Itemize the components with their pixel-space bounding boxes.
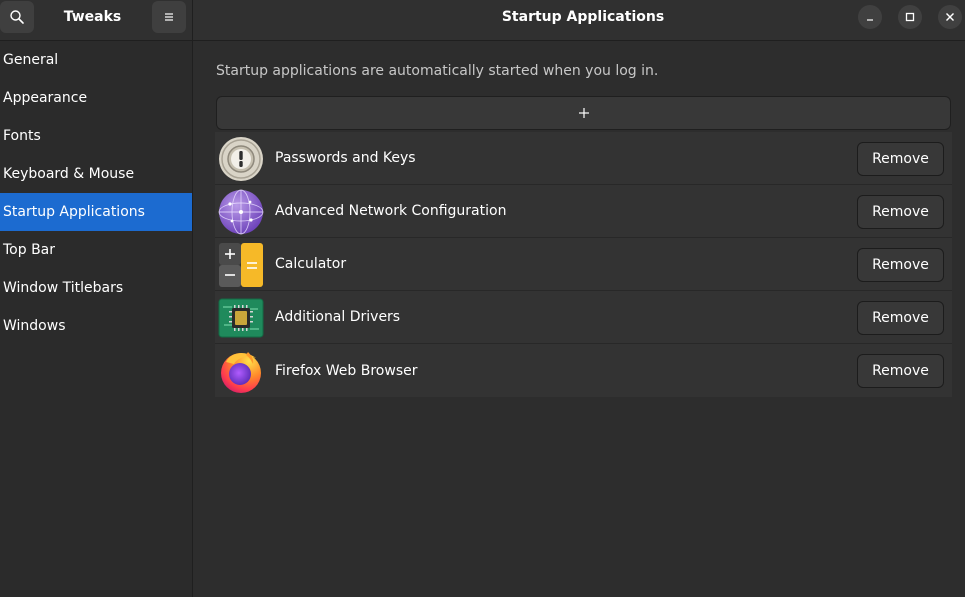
list-item: Calculator Remove [215,238,952,291]
header-bar: Tweaks Startup Applications [0,0,965,41]
plus-icon [578,108,589,118]
search-icon [10,10,24,24]
sidebar-item-keyboard-mouse[interactable]: Keyboard & Mouse [0,155,192,193]
app-name: Additional Drivers [275,309,401,325]
tweaks-window: Tweaks Startup Applications General Appe… [0,0,965,597]
sidebar-header: Tweaks [0,0,193,40]
panel-description: Startup applications are automatically s… [216,63,659,79]
maximize-button[interactable] [898,5,922,29]
sidebar-item-label: Windows [3,318,66,334]
list-item: Passwords and Keys Remove [215,132,952,185]
list-item: Firefox Web Browser Remove [215,344,952,397]
startup-applications-panel: Startup applications are automatically s… [194,41,965,597]
minimize-button[interactable] [858,5,882,29]
minimize-icon [867,19,873,21]
list-item: Advanced Network Configuration Remove [215,185,952,238]
sidebar-item-appearance[interactable]: Appearance [0,79,192,117]
sidebar-item-label: Top Bar [3,242,56,258]
search-button[interactable] [0,1,34,33]
sidebar-item-top-bar[interactable]: Top Bar [0,231,192,269]
app-name: Passwords and Keys [275,150,416,166]
chip-icon [218,298,264,338]
keyring-icon [219,137,263,181]
hamburger-menu-icon [165,13,173,21]
app-name: Advanced Network Configuration [275,203,507,219]
firefox-icon [221,352,261,393]
sidebar-item-label: Keyboard & Mouse [3,166,135,182]
sidebar-title: Tweaks [63,9,122,25]
remove-button[interactable]: Remove [857,354,944,388]
close-icon [946,13,954,21]
sidebar-item-window-titlebars[interactable]: Window Titlebars [0,269,192,307]
sidebar-item-general[interactable]: General [0,41,192,79]
sidebar-item-windows[interactable]: Windows [0,307,192,345]
add-startup-app-button[interactable] [216,96,951,130]
page-title: Startup Applications [501,9,665,25]
main-menu-button[interactable] [152,1,186,33]
sidebar-item-label: Startup Applications [3,204,145,220]
sidebar-item-label: Fonts [3,128,41,144]
remove-button[interactable]: Remove [857,142,944,176]
maximize-icon [905,12,915,22]
app-name: Firefox Web Browser [275,362,418,379]
close-button[interactable] [938,5,962,29]
remove-button[interactable]: Remove [857,301,944,335]
sidebar-item-fonts[interactable]: Fonts [0,117,192,155]
sidebar-item-startup-applications[interactable]: Startup Applications [0,193,192,231]
sidebar-item-label: Window Titlebars [3,280,124,296]
list-item: Additional Drivers Remove [215,291,952,344]
sidebar: General Appearance Fonts Keyboard & Mous… [0,41,193,597]
calculator-icon [219,243,263,287]
sidebar-item-label: General [3,52,59,68]
app-name: Calculator [275,256,347,272]
remove-button[interactable]: Remove [857,248,944,282]
resize-handle[interactable] [959,591,965,597]
network-globe-icon [218,189,264,235]
sidebar-item-label: Appearance [3,90,88,106]
startup-app-list: Passwords and Keys Remove Advanced Netwo… [215,132,952,397]
remove-button[interactable]: Remove [857,195,944,229]
